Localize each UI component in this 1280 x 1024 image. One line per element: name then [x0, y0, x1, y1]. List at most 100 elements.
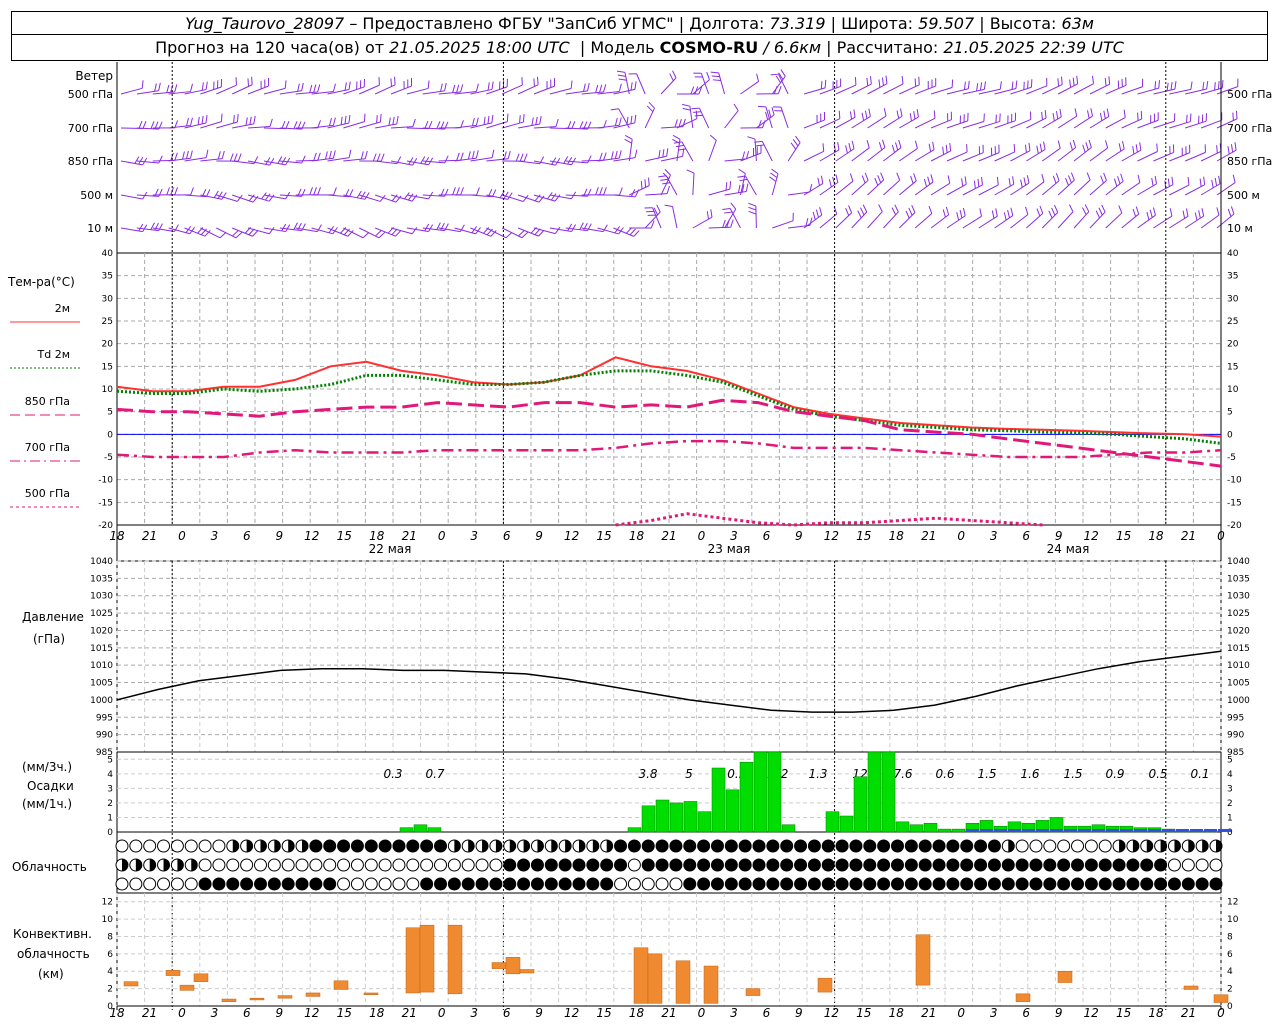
cloud-cover-symbol: [1181, 858, 1195, 872]
wind-barb: [1073, 83, 1094, 95]
wind-barb-feather: [333, 187, 337, 196]
wind-barb: [1041, 147, 1061, 162]
wind-barb-feather: [869, 76, 872, 85]
cloud-cover-symbol: [724, 877, 738, 891]
wind-barb-feather: [1185, 208, 1189, 217]
wind-barb-feather: [428, 224, 434, 232]
convective-tick-left: 8: [107, 932, 113, 942]
pressure-tick-left: 1010: [90, 661, 113, 671]
cloud-cover-symbol: [170, 839, 184, 853]
wind-barb-feather: [583, 83, 586, 92]
wind-barb: [501, 227, 523, 239]
wind-barb-feather: [878, 79, 881, 88]
temp-tick-left: -15: [98, 498, 113, 508]
hour-tick-label: 21: [402, 529, 417, 543]
cloud-cover-symbol: [669, 839, 683, 853]
wind-barb-feather: [730, 202, 737, 210]
wind-barb-feather: [523, 153, 528, 162]
wind-barb-feather: [424, 120, 429, 129]
wind-barb: [1089, 116, 1109, 129]
wind-barb-feather: [491, 114, 494, 123]
wind-barb-feather: [471, 150, 475, 159]
precip-bar: [951, 828, 966, 833]
wind-barb: [1200, 214, 1220, 229]
convective-bar: [363, 992, 379, 995]
precip-bar: [937, 828, 952, 833]
wind-barb-feather: [507, 150, 511, 159]
hour-tick-label: 0: [438, 1006, 446, 1020]
cloud-cover-symbol: [406, 858, 420, 872]
convective-bar: [333, 980, 349, 990]
cloud-cover-symbol: [558, 877, 572, 891]
cloud-cover-symbol: [1126, 877, 1140, 891]
snow-bar: [1064, 829, 1077, 832]
wind-barb-feather: [1088, 139, 1092, 148]
precip-bar: [867, 751, 882, 833]
cloud-cover-symbol: [780, 877, 794, 891]
wind-barb-feather: [947, 175, 951, 184]
wind-barb-feather: [673, 141, 683, 144]
wind-barb-feather: [1098, 207, 1103, 216]
cloud-cover-symbol: [1057, 858, 1071, 872]
wind-barb-feather: [691, 107, 700, 110]
convective-bar: [1057, 970, 1073, 983]
cloud-cover-half: [578, 840, 585, 852]
wind-barb: [1105, 148, 1125, 162]
wind-barb: [216, 84, 237, 95]
hour-tick-label: 9: [795, 529, 803, 543]
cloud-cover-symbol: [987, 839, 1001, 853]
cloud-cover-symbol: [1084, 877, 1098, 891]
cloud-cover-symbol: [572, 858, 586, 872]
wind-barb-feather: [344, 115, 347, 124]
temp-tick-left: 30: [102, 294, 114, 304]
cloud-cover-symbol: [184, 877, 198, 891]
cloud-cover-symbol: [420, 877, 434, 891]
wind-barb-feather: [848, 205, 853, 213]
wind-barb-feather: [630, 82, 633, 91]
wind-barb-feather: [444, 155, 449, 164]
precip-3h-total: 7.6: [893, 767, 912, 781]
wind-level-label-left: 500 гПа: [68, 88, 113, 101]
wind-barb-feather: [281, 157, 287, 165]
temp-tick-right: 5: [1227, 408, 1233, 418]
convective-bar: [703, 965, 719, 1004]
cloud-cover-symbol: [849, 877, 863, 891]
wind-barb-feather: [396, 115, 399, 125]
wind-barb-feather: [1069, 79, 1072, 88]
convective-tick-left: 6: [107, 950, 113, 960]
wind-barb-feather: [662, 182, 671, 185]
wind-barb-feather: [138, 120, 143, 129]
wind-barb-feather: [503, 191, 509, 199]
wind-level-label-right: 850 гПа: [1227, 155, 1272, 168]
snow-bar: [1204, 829, 1217, 832]
wind-barb: [1121, 118, 1142, 129]
cloud-cover-symbol: [780, 858, 794, 872]
wind-barb-feather: [503, 151, 507, 160]
cloud-cover-half: [177, 859, 184, 871]
snow-bar: [1050, 829, 1063, 832]
wind-barb: [946, 151, 968, 162]
wind-barb-feather: [1230, 206, 1235, 215]
cloud-cover-half: [122, 859, 128, 871]
pressure-panel-title: Давление: [22, 610, 84, 624]
hour-tick-label: 21: [921, 529, 936, 543]
hour-tick-label: 12: [304, 529, 319, 543]
wind-barb-feather: [748, 206, 757, 211]
wind-barb-feather: [427, 80, 430, 89]
precip-bar: [839, 815, 854, 833]
wind-barb-feather: [819, 207, 823, 216]
wind-barb-feather: [1198, 210, 1201, 219]
wind-barb-feather: [233, 115, 235, 124]
wind-barb-feather: [662, 149, 665, 158]
wind-barb-feather: [1055, 173, 1060, 181]
wind-barb-feather: [710, 71, 719, 74]
wind-level-label-right: 500 гПа: [1227, 88, 1272, 101]
convective-tick-left: 4: [107, 967, 113, 977]
wind-barb-feather: [407, 193, 414, 201]
cloud-cover-symbol: [932, 877, 946, 891]
wind-barb: [914, 149, 935, 162]
precip-3h-total: 0.5: [1148, 767, 1167, 781]
convective-bar: [221, 998, 237, 1002]
wind-barb-feather: [914, 140, 918, 149]
wind-barb-feather: [1182, 210, 1186, 219]
